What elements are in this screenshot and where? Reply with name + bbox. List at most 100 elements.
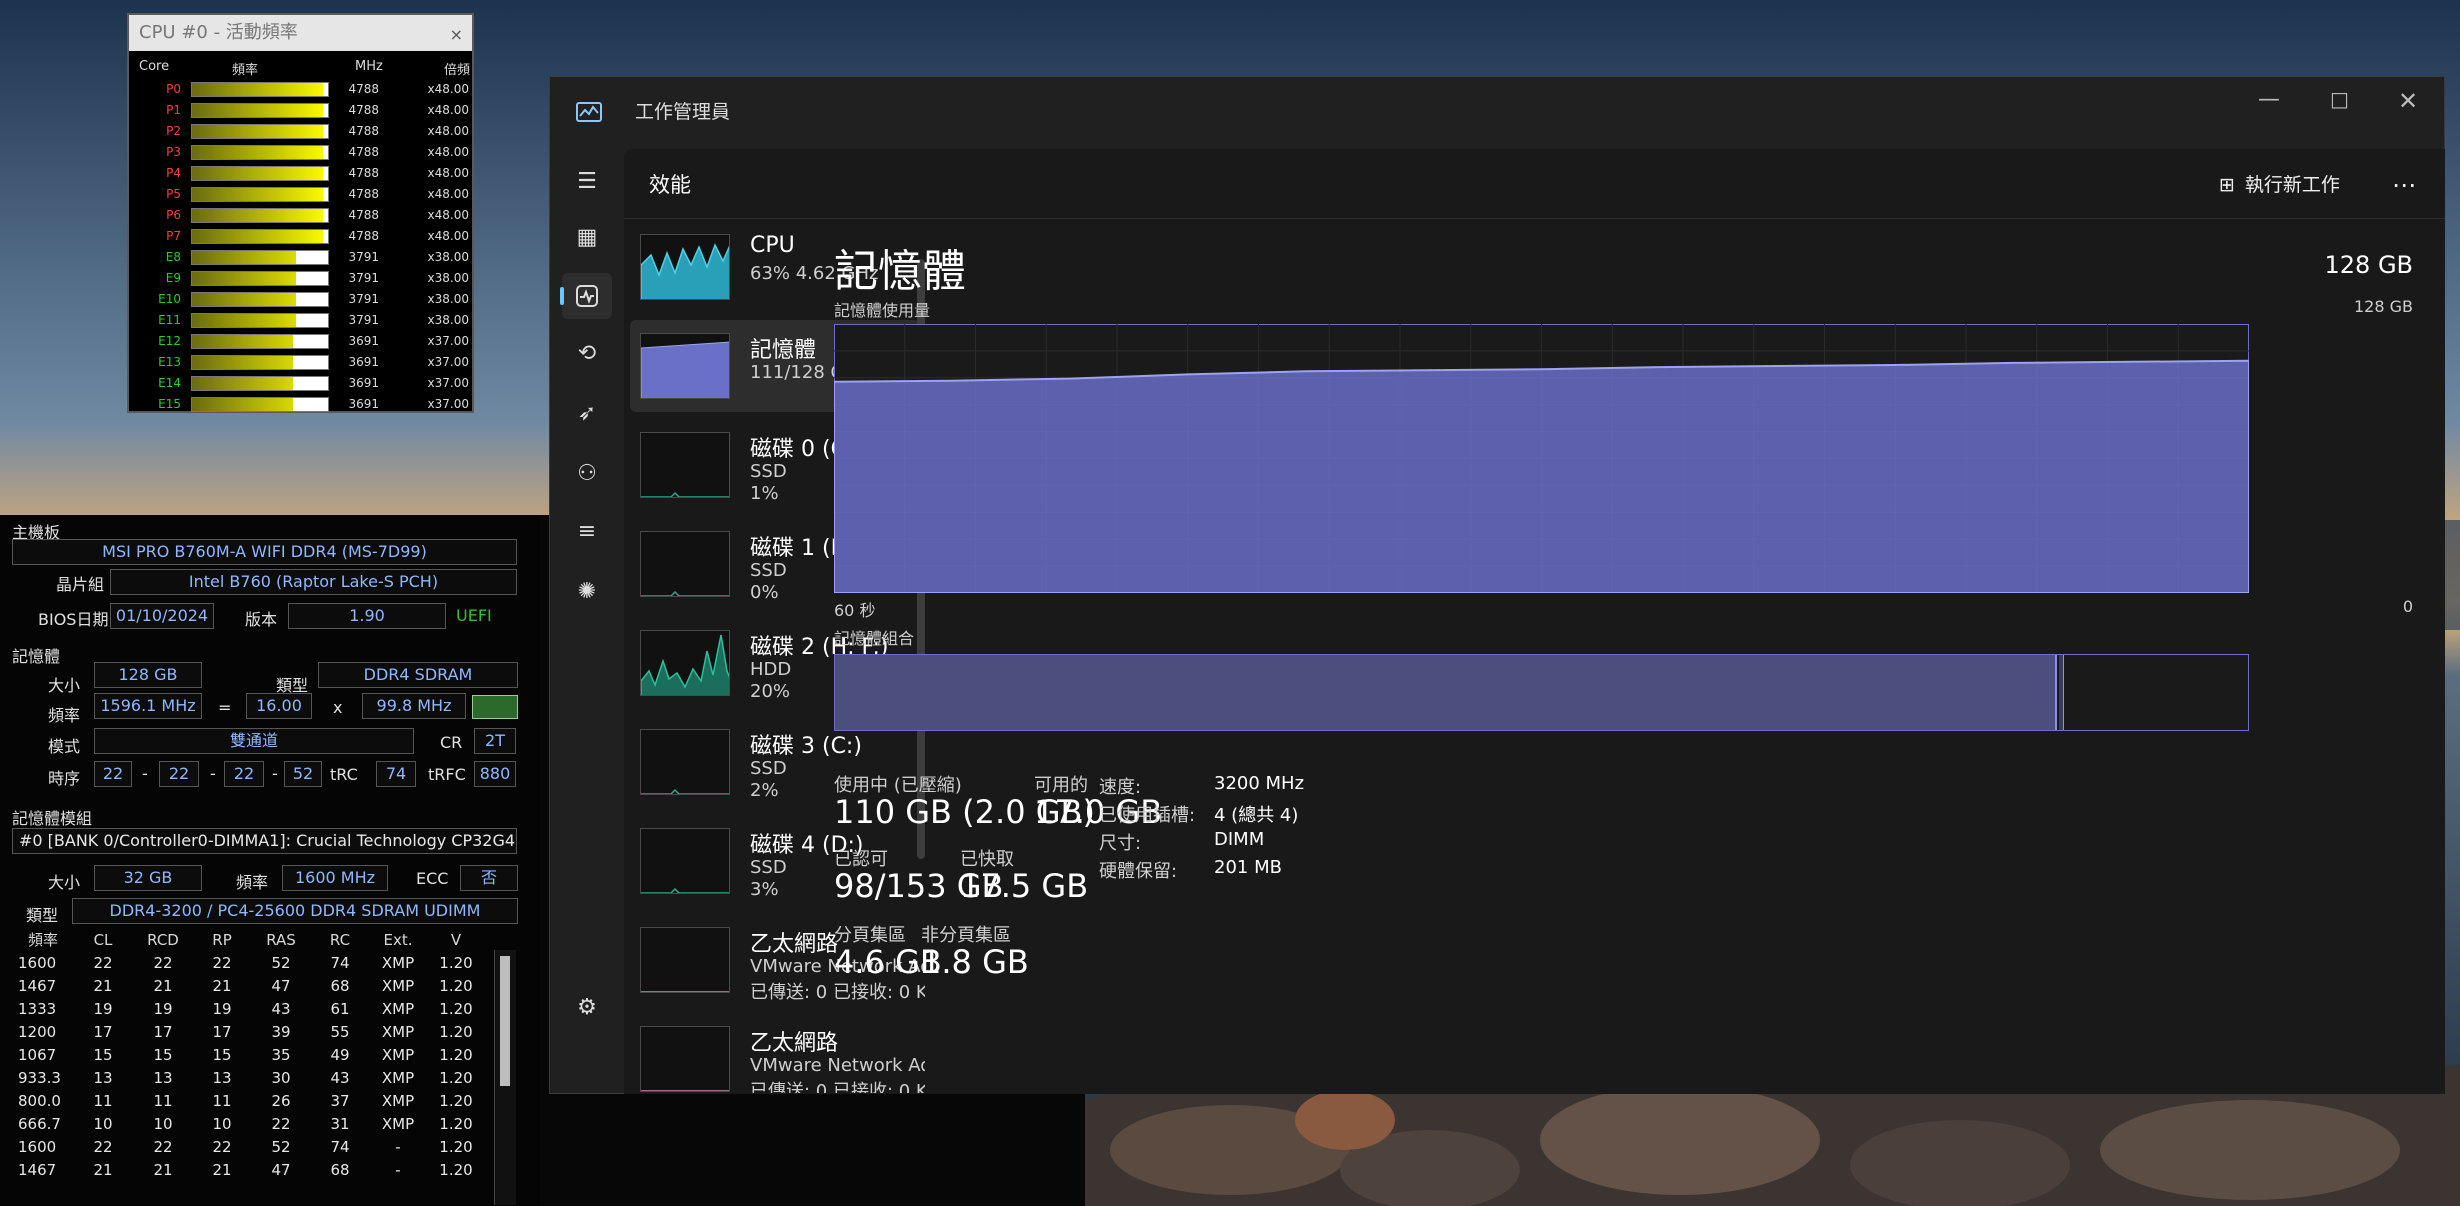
core-frequency-bar (191, 208, 329, 223)
nav-app-history-icon[interactable]: ⟲ (562, 331, 612, 377)
core-bar-empty (323, 104, 328, 117)
device-detail-2: 已傳送: 0 已接收: 0 Kl (750, 982, 925, 1003)
timing-rcd: 22 (159, 761, 199, 787)
task-manager-app-icon (576, 102, 602, 122)
trc-value: 74 (376, 761, 416, 787)
core-bar-empty (323, 125, 328, 138)
spd-cell: 19 (212, 999, 232, 1018)
nav-processes-icon[interactable]: ▦ (562, 215, 612, 261)
clocks-header-core: Core (139, 59, 170, 74)
more-options-button[interactable]: ⋯ (2384, 165, 2424, 205)
spd-cell: 17 (153, 1022, 173, 1041)
cr-value: 2T (474, 728, 516, 754)
spd-cell: 49 (330, 1045, 350, 1064)
nav-startup-icon[interactable]: ➶ (562, 391, 612, 437)
window-title: 工作管理員 (635, 101, 731, 123)
memory-usage-chart (834, 324, 2249, 593)
cpu-clocks-window[interactable]: CPU #0 - 活動頻率 × Core 頻率 MHz 倍頻 P0 4788 x48… (127, 13, 474, 413)
spd-scrollbar[interactable] (494, 950, 516, 1205)
spd-cell: 21 (153, 976, 173, 995)
settings-gear-icon[interactable]: ⚙ (562, 985, 612, 1031)
core-name: P6 (166, 208, 181, 222)
core-name: E12 (158, 334, 181, 348)
hw-reserved-value: 201 MB (1214, 857, 1282, 878)
nav-performance-icon[interactable] (560, 273, 612, 319)
mem-freq: 1596.1 MHz (94, 693, 202, 719)
core-row: P3 4788 x48.00 (129, 142, 474, 163)
core-row: E12 3691 x37.00 (129, 331, 474, 352)
composition-label: 記憶體組合 (834, 629, 915, 648)
run-task-label: 執行新工作 (2244, 174, 2340, 196)
spd-header-cell: RP (212, 930, 232, 949)
device-item-net[interactable]: 乙太網路 VMware Network Ad 已傳送: 0 已接收: 0 Kl (630, 1013, 925, 1093)
mem-size-label: 大小 (48, 676, 81, 695)
maximize-icon[interactable]: □ (2330, 87, 2349, 111)
core-bar-empty (323, 188, 328, 201)
run-new-task-button[interactable]: ⊞ 執行新工作 (2219, 165, 2340, 205)
spd-cell: 22 (93, 953, 113, 972)
core-frequency-bar (191, 355, 329, 370)
mem-mode: 雙通道 (94, 728, 414, 754)
spd-row: 666.7 10 10 10 22 31 XMP 1.20 (12, 1112, 484, 1135)
memory-composition-bar (834, 654, 2249, 731)
core-mhz: 4788 (348, 187, 379, 201)
spd-cell: 37 (330, 1091, 350, 1110)
core-mhz: 4788 (348, 82, 379, 96)
spd-cell: XMP (381, 1045, 415, 1064)
module-select[interactable]: #0 [BANK 0/Controller0-DIMMA1]: Crucial … (12, 828, 517, 854)
cr-label: CR (440, 733, 463, 752)
spd-cell: 68 (330, 1160, 350, 1179)
spd-header-cell: Ext. (383, 930, 413, 949)
nav-services-icon[interactable]: ✺ (562, 569, 612, 615)
core-frequency-bar (191, 313, 329, 328)
spd-header-cell: 頻率 (27, 931, 58, 949)
spd-row: 800.0 11 11 11 26 37 XMP 1.20 (12, 1089, 484, 1112)
core-mhz: 3791 (348, 271, 379, 285)
core-name: P0 (166, 82, 181, 96)
spd-cell: 1.20 (439, 1068, 473, 1087)
core-name: E11 (158, 313, 181, 327)
clocks-title-bar[interactable]: CPU #0 - 活動頻率 × (129, 15, 472, 51)
spd-cell: 68 (330, 976, 350, 995)
spd-cell: 15 (212, 1045, 232, 1064)
spd-cell: 800.0 (18, 1091, 61, 1110)
core-mhz: 4788 (348, 166, 379, 180)
clocks-close-icon[interactable]: × (450, 17, 463, 53)
spd-cell: 22 (153, 1137, 173, 1156)
slots-label: 已使用插槽: (1099, 805, 1196, 826)
spd-cell: 10 (153, 1114, 173, 1133)
minimize-icon[interactable]: — (2258, 87, 2280, 112)
memory-heading: 記憶體 (834, 246, 966, 297)
core-name: P2 (166, 124, 181, 138)
device-thumbnail-graph (640, 1026, 730, 1092)
mem-mode-label: 模式 (48, 737, 81, 756)
core-multiplier: x48.00 (427, 103, 469, 117)
spd-cell: 1.20 (439, 999, 473, 1018)
core-name: P5 (166, 187, 181, 201)
spd-cell: 22 (153, 953, 173, 972)
spd-cell: 17 (212, 1022, 232, 1041)
core-frequency-bar (191, 229, 329, 244)
hardware-info-panel: 主機板 MSI PRO B760M-A WIFI DDR4 (MS-7D99) … (0, 515, 540, 1206)
chart-time-right: 0 (2402, 597, 2413, 616)
close-window-icon[interactable]: ✕ (2398, 87, 2418, 115)
device-thumbnail-graph (640, 531, 730, 597)
spd-scrollbar-thumb[interactable] (500, 956, 510, 1086)
core-frequency-bar (191, 376, 329, 391)
hamburger-menu-icon[interactable]: ☰ (562, 159, 612, 205)
spd-row: 1600 22 22 22 52 74 - 1.20 (12, 1135, 484, 1158)
spd-row: 1467 21 21 21 47 68 XMP 1.20 (12, 974, 484, 997)
core-row: P2 4788 x48.00 (129, 121, 474, 142)
core-mhz: 4788 (348, 103, 379, 117)
spd-cell: 30 (271, 1068, 291, 1087)
nav-details-icon[interactable]: ≡ (562, 509, 612, 555)
core-multiplier: x48.00 (427, 145, 469, 159)
spd-cell: 26 (271, 1091, 291, 1110)
core-row: P7 4788 x48.00 (129, 226, 474, 247)
version-label: 版本 (245, 610, 278, 629)
usage-chart-label: 記憶體使用量 (834, 301, 931, 320)
task-manager-window[interactable]: 工作管理員 — □ ✕ ☰ ▦ ⟲ ➶ ⚇ ≡ ✺ ⚙ 效能 ⊞ 執行新工作 ⋯ … (549, 76, 2445, 1094)
nav-users-icon[interactable]: ⚇ (562, 451, 612, 497)
core-frequency-bar (191, 271, 329, 286)
freq-equals: = (218, 698, 232, 717)
